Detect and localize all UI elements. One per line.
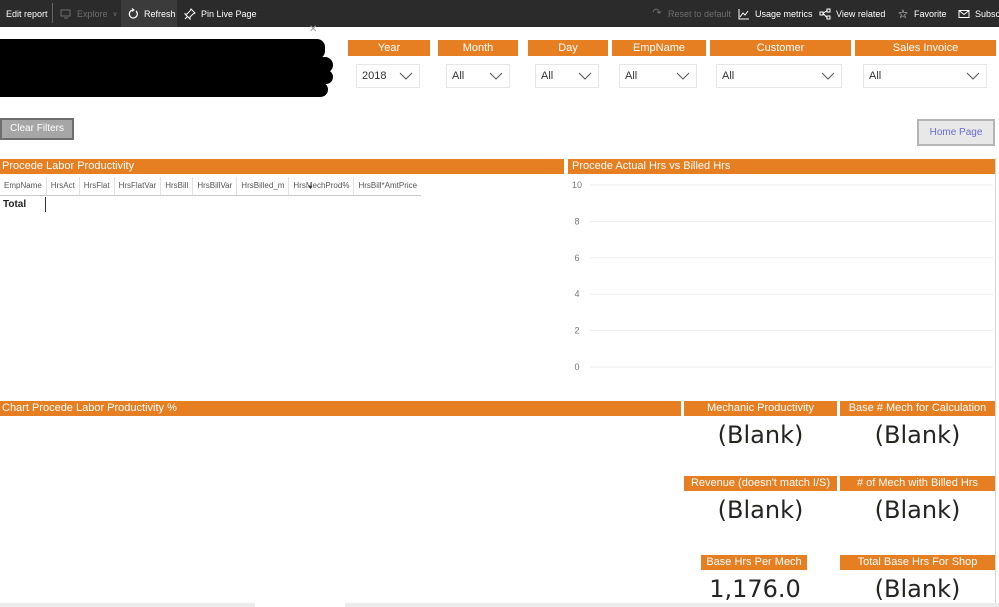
card-mechanic-productivity-value: (Blank) [717, 421, 804, 449]
card-base-mech-calc-value: (Blank) [874, 421, 961, 449]
slicer-year-title: Year [348, 40, 430, 56]
chevron-down-icon [966, 72, 980, 80]
slicer-year: Year 2018 [348, 40, 430, 88]
usage-metrics-icon [738, 8, 750, 20]
slicer-sales-invoice-value: All [869, 70, 882, 82]
close-icon[interactable]: ✕ [309, 24, 317, 35]
mail-icon [958, 8, 970, 20]
column-header-hrsbill[interactable]: HrsBill [161, 177, 194, 195]
page-right-edge [995, 158, 996, 607]
y-tick-label: 2 [574, 326, 579, 336]
card-base-hrs-per-mech-title: Base Hrs Per Mech [701, 555, 807, 570]
chevron-down-icon [399, 72, 413, 80]
y-tick-label: 10 [572, 180, 582, 190]
slicer-month-value: All [452, 70, 465, 82]
chevron-down-icon [676, 72, 690, 80]
pin-live-page-label: Pin Live Page [201, 8, 257, 19]
labor-table-title: Procede Labor Productivity [0, 159, 564, 174]
slicer-customer: Customer All [710, 40, 851, 88]
favorite-button[interactable]: ☆ Favorite [891, 0, 953, 27]
subscribe-button[interactable]: Subscribe [952, 0, 999, 27]
home-page-button[interactable]: Home Page [917, 119, 995, 146]
slicer-year-value: 2018 [362, 70, 387, 82]
chart-plot-area: 10 8 6 4 2 0 [572, 180, 993, 372]
card-total-base-hrs-value: (Blank) [874, 575, 961, 603]
slicer-empname: EmpName All [612, 40, 706, 88]
slicer-day-value: All [541, 70, 554, 82]
clear-filters-button[interactable]: Clear Filters [0, 118, 74, 140]
view-related-label: View related [836, 8, 886, 19]
slicer-customer-value: All [722, 70, 735, 82]
y-tick-label: 4 [574, 289, 579, 299]
subscribe-label: Subscribe [975, 8, 999, 19]
slicer-day-title: Day [528, 40, 608, 56]
card-total-base-hrs-title: Total Base Hrs For Shop [840, 555, 995, 570]
labor-table-header: EmpName HrsAct HrsFlat HrsFlatVar HrsBil… [0, 177, 422, 196]
usage-metrics-button[interactable]: Usage metrics [732, 0, 819, 27]
refresh-icon [127, 7, 139, 20]
slicer-sales-invoice-dropdown[interactable]: All [863, 64, 987, 88]
slicer-sales-invoice-title: Sales Invoice [855, 40, 996, 56]
explore-label: Explore [77, 8, 108, 19]
slicer-year-dropdown[interactable]: 2018 [356, 64, 420, 88]
view-related-button[interactable]: View related [813, 0, 891, 27]
slicer-day-dropdown[interactable]: All [535, 64, 599, 88]
top-toolbar: Edit report Explore ∨ Refresh Pin Live P… [0, 0, 999, 27]
slicer-day: Day All [528, 40, 608, 88]
column-header-empname[interactable]: EmpName [0, 177, 47, 195]
column-header-hrsact[interactable]: HrsAct [47, 177, 80, 195]
column-header-hrsmechprod[interactable]: HrsMechProd% ▼ [289, 177, 355, 195]
slicer-empname-title: EmpName [612, 40, 706, 56]
slicer-sales-invoice: Sales Invoice All [855, 40, 996, 88]
chevron-down-icon [578, 72, 592, 80]
card-base-mech-calc-title: Base # Mech for Calculation [840, 401, 995, 416]
star-icon: ☆ [897, 6, 909, 21]
chevron-down-icon: ∨ [112, 10, 118, 18]
edit-report-button[interactable]: Edit report [0, 0, 54, 27]
reset-icon: ↷ [652, 7, 662, 19]
slicer-month-dropdown[interactable]: All [446, 64, 510, 88]
slicer-customer-dropdown[interactable]: All [716, 64, 842, 88]
card-base-hrs-per-mech-value: 1,176.0 [709, 575, 801, 603]
pin-icon [184, 7, 196, 20]
refresh-button[interactable]: Refresh [121, 0, 177, 27]
horizontal-scrollbar[interactable] [0, 603, 999, 607]
sort-descending-icon: ▼ [307, 185, 314, 191]
slicer-month-title: Month [438, 40, 518, 56]
refresh-label: Refresh [144, 8, 176, 19]
card-mechanic-productivity-title: Mechanic Productivity [684, 401, 837, 416]
card-revenue-title: Revenue (doesn't match I/S) [684, 476, 837, 491]
card-mech-billed-hrs-value: (Blank) [874, 496, 961, 524]
y-tick-label: 6 [574, 253, 579, 263]
productivity-chart-title: Chart Procede Labor Productivity % [0, 401, 681, 416]
slicer-empname-dropdown[interactable]: All [619, 64, 697, 88]
favorite-label: Favorite [914, 8, 947, 19]
explore-icon [60, 8, 72, 20]
y-tick-label: 8 [574, 216, 579, 226]
slicer-month: Month All [438, 40, 518, 88]
edit-report-label: Edit report [6, 8, 48, 19]
view-related-icon [819, 8, 831, 20]
chevron-down-icon [821, 72, 835, 80]
table-total-row: Total [0, 197, 46, 212]
column-header-hrsflatvar[interactable]: HrsFlatVar [115, 177, 162, 195]
reset-to-default-button[interactable]: ↷ Reset to default [645, 0, 737, 27]
actual-vs-billed-chart: 10 8 6 4 2 0 [568, 176, 996, 376]
pin-live-page-button[interactable]: Pin Live Page [178, 0, 263, 27]
y-tick-label: 0 [574, 362, 579, 372]
usage-metrics-label: Usage metrics [755, 8, 813, 19]
reset-to-default-label: Reset to default [668, 8, 732, 19]
column-header-hrsflat[interactable]: HrsFlat [80, 177, 115, 195]
column-header-hrsbill-amtprice[interactable]: HrsBill*AmtPrice [354, 177, 421, 195]
slicer-empname-value: All [625, 70, 638, 82]
actual-vs-billed-chart-title: Procede Actual Hrs vs Billed Hrs [568, 159, 995, 174]
toolbar-divider [52, 3, 53, 23]
card-revenue-value: (Blank) [717, 496, 804, 524]
card-mech-billed-hrs-title: # of Mech with Billed Hrs [840, 476, 995, 491]
column-header-hrsbillvar[interactable]: HrsBillVar [193, 177, 238, 195]
slicer-customer-title: Customer [710, 40, 851, 56]
chevron-down-icon [489, 72, 503, 80]
explore-button[interactable]: Explore ∨ [54, 0, 124, 27]
